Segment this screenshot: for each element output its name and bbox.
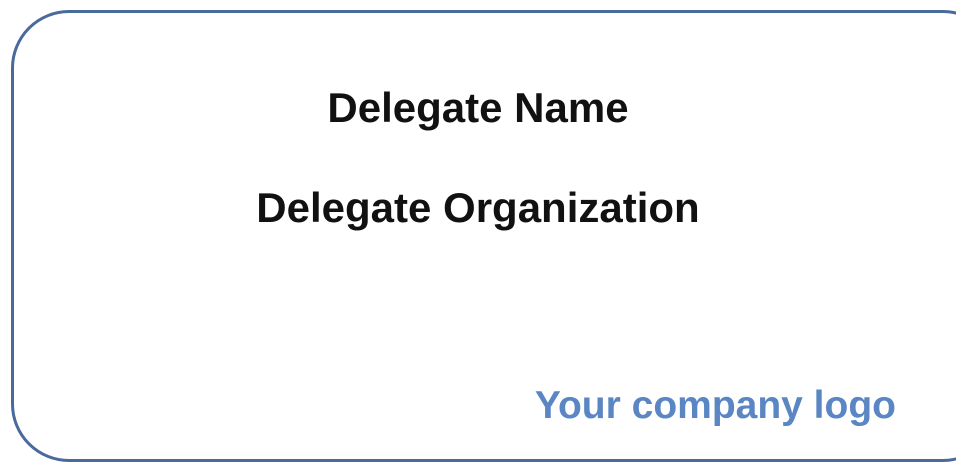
company-logo-placeholder: Your company logo	[534, 384, 896, 427]
delegate-name: Delegate Name	[327, 84, 629, 131]
delegate-organization: Delegate Organization	[256, 184, 700, 231]
